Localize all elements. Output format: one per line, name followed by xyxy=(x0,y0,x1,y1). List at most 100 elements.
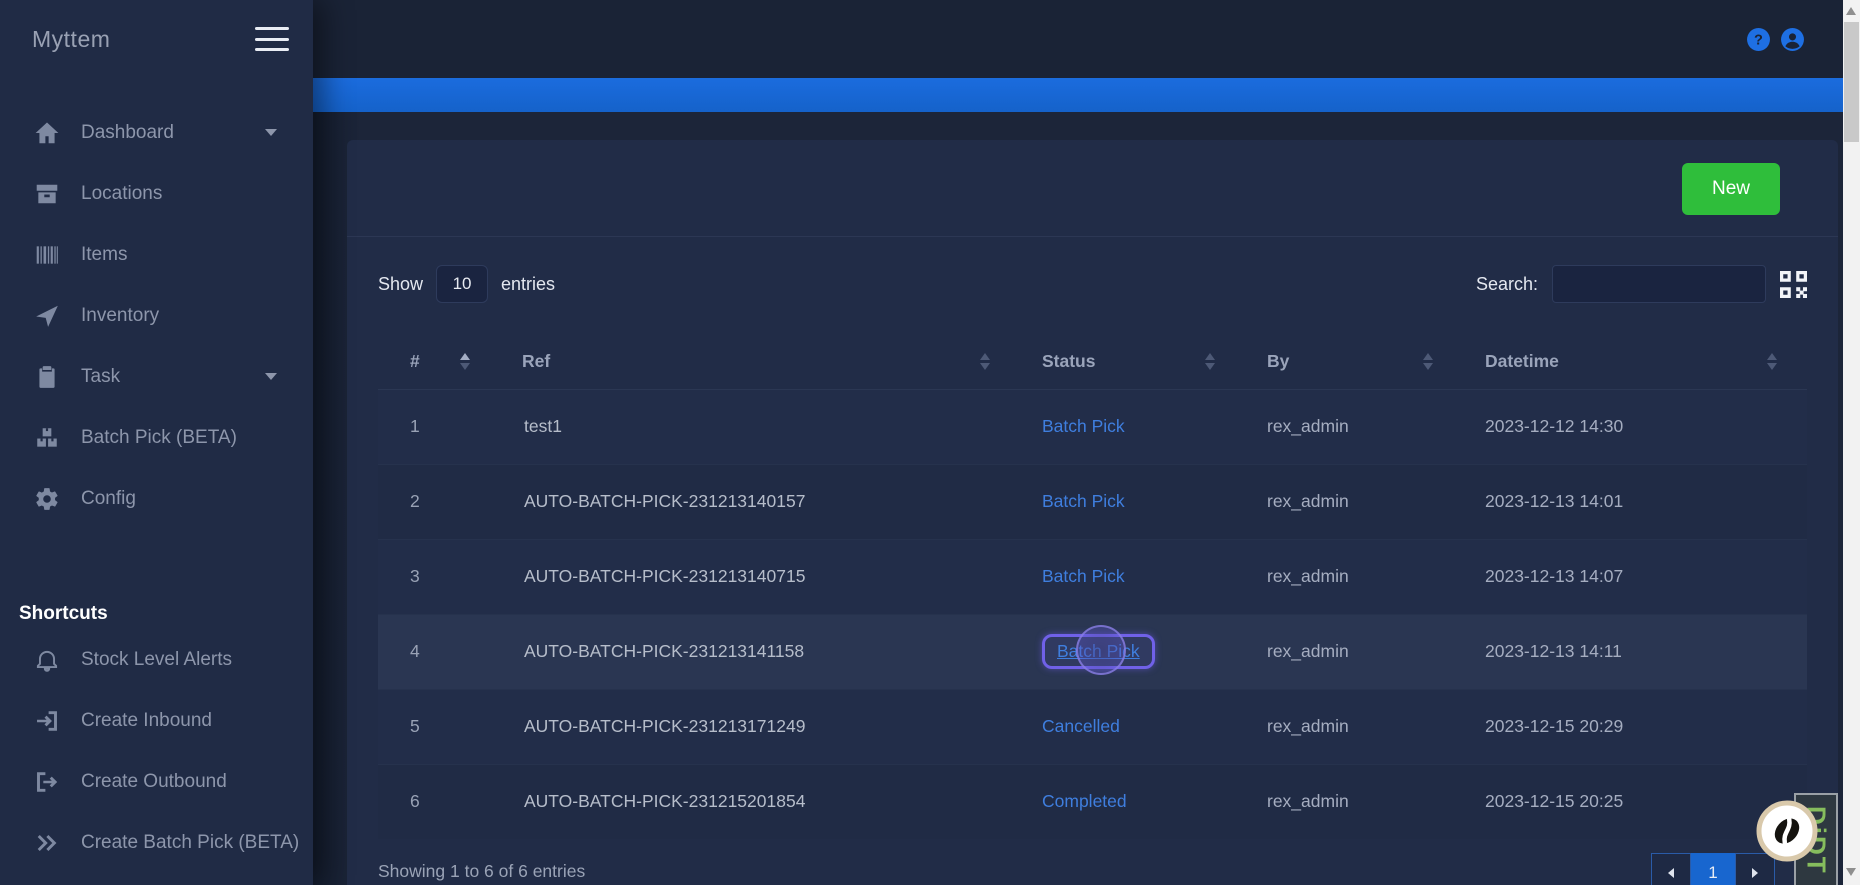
sidebar-item-items[interactable]: Items xyxy=(0,224,313,285)
blue-accent-bar xyxy=(313,78,1843,112)
shortcut-stock-level-alerts[interactable]: Stock Level Alerts xyxy=(0,629,313,690)
sort-icons xyxy=(1423,352,1433,370)
row-ref: AUTO-BATCH-PICK-231213171249 xyxy=(524,716,806,736)
entries-label: entries xyxy=(501,273,556,294)
row-by: rex_admin xyxy=(1267,566,1349,586)
double-chevron-icon xyxy=(34,830,60,856)
page-1-button[interactable]: 1 xyxy=(1691,853,1735,885)
boxes-icon xyxy=(34,425,60,451)
search-input[interactable] xyxy=(1552,265,1766,303)
send-arrow-icon xyxy=(34,303,60,329)
row-by: rex_admin xyxy=(1267,791,1349,812)
shortcut-create-outbound[interactable]: Create Outbound xyxy=(0,751,313,812)
coffee-bean-widget-button[interactable] xyxy=(1755,799,1819,863)
hamburger-menu-icon[interactable] xyxy=(255,27,289,51)
account-icon[interactable] xyxy=(1780,27,1805,52)
row-ref: AUTO-BATCH-PICK-231213140157 xyxy=(524,491,806,511)
table-footer: Showing 1 to 6 of 6 entries 1 xyxy=(378,839,1807,885)
sidebar-item-label: Dashboard xyxy=(81,121,174,143)
sidebar-item-batch-pick[interactable]: Batch Pick (BETA) xyxy=(0,407,313,468)
sidebar-item-label: Batch Pick (BETA) xyxy=(81,426,237,448)
home-icon xyxy=(34,120,60,146)
help-icon[interactable]: ? xyxy=(1746,27,1771,52)
coffee-bean-icon xyxy=(1756,800,1818,862)
status-link[interactable]: Cancelled xyxy=(1042,716,1120,736)
sidebar-header: Myttem xyxy=(0,0,313,78)
status-link[interactable]: Batch Pick xyxy=(1042,491,1125,511)
gear-icon xyxy=(34,486,60,512)
sidebar-shortcuts: Stock Level Alerts Create Inbound Create… xyxy=(0,629,313,873)
table-row-highlighted: 4 AUTO-BATCH-PICK-231213141158 Batch Pic… xyxy=(378,614,1807,689)
status-link-focused[interactable]: Batch Pick xyxy=(1042,634,1155,669)
column-header-ref[interactable]: Ref xyxy=(500,334,1020,390)
sidebar-item-label: Items xyxy=(81,243,128,265)
table-row: 5 AUTO-BATCH-PICK-231213171249 Cancelled… xyxy=(378,689,1807,764)
column-header-status[interactable]: Status xyxy=(1020,334,1245,390)
row-datetime: 2023-12-13 14:11 xyxy=(1485,641,1622,661)
previous-page-button[interactable] xyxy=(1651,853,1691,885)
sidebar-item-inventory[interactable]: Inventory xyxy=(0,285,313,346)
new-button[interactable]: New xyxy=(1682,163,1780,215)
row-by: rex_admin xyxy=(1267,716,1349,736)
scrollbar-thumb[interactable] xyxy=(1844,22,1859,142)
status-link[interactable]: Completed xyxy=(1042,791,1127,811)
sidebar-item-task[interactable]: Task xyxy=(0,346,313,407)
row-number: 5 xyxy=(410,716,420,736)
status-link[interactable]: Batch Pick xyxy=(1042,416,1125,436)
svg-text:?: ? xyxy=(1754,32,1763,48)
showing-entries-text: Showing 1 to 6 of 6 entries xyxy=(378,861,586,881)
main-content: New Show 10 entries Search: # Ref Status… xyxy=(313,112,1843,885)
sidebar-item-label: Config xyxy=(81,487,136,509)
page-size-select[interactable]: 10 xyxy=(436,265,489,303)
row-number: 6 xyxy=(410,791,420,812)
show-label: Show xyxy=(378,273,424,294)
row-by: rex_admin xyxy=(1267,416,1349,436)
vertical-scrollbar[interactable] xyxy=(1843,0,1860,885)
row-number: 4 xyxy=(410,641,420,661)
row-datetime: 2023-12-15 20:29 xyxy=(1485,716,1624,736)
column-header-num[interactable]: # xyxy=(378,334,500,390)
scroll-up-arrow-icon[interactable] xyxy=(1846,7,1856,15)
row-ref: AUTO-BATCH-PICK-231213140715 xyxy=(524,566,806,586)
row-by: rex_admin xyxy=(1267,491,1349,511)
table-row: 2 AUTO-BATCH-PICK-231213140157 Batch Pic… xyxy=(378,464,1807,539)
row-ref: AUTO-BATCH-PICK-231215201854 xyxy=(524,791,806,812)
sidebar-item-label: Task xyxy=(81,365,121,387)
column-header-datetime[interactable]: Datetime xyxy=(1463,334,1807,390)
table-row: 3 AUTO-BATCH-PICK-231213140715 Batch Pic… xyxy=(378,539,1807,614)
row-number: 3 xyxy=(410,566,420,586)
batch-pick-card: New Show 10 entries Search: # Ref Status… xyxy=(347,140,1838,885)
chevron-right-icon xyxy=(1752,868,1758,878)
sign-in-icon xyxy=(34,708,60,734)
table-controls: Show 10 entries Search: xyxy=(378,265,1807,303)
sidebar-item-config[interactable]: Config xyxy=(0,468,313,529)
sidebar-item-label: Inventory xyxy=(81,304,160,326)
row-ref: AUTO-BATCH-PICK-231213141158 xyxy=(524,641,805,661)
qr-scan-icon[interactable] xyxy=(1780,270,1807,298)
shortcut-create-batch-pick[interactable]: Create Batch Pick (BETA) xyxy=(0,812,313,873)
sort-icons xyxy=(1205,352,1215,370)
sidebar-item-dashboard[interactable]: Dashboard xyxy=(0,102,313,163)
chevron-down-icon xyxy=(265,129,277,136)
row-datetime: 2023-12-13 14:07 xyxy=(1485,566,1624,586)
row-datetime: 2023-12-12 14:30 xyxy=(1485,416,1624,436)
status-link[interactable]: Batch Pick xyxy=(1042,566,1125,586)
card-body: Show 10 entries Search: # Ref Status By … xyxy=(347,265,1838,885)
row-ref: test1 xyxy=(524,416,562,436)
chevron-down-icon xyxy=(265,373,277,380)
sort-icons xyxy=(1767,352,1777,370)
shortcut-create-inbound[interactable]: Create Inbound xyxy=(0,690,313,751)
top-header-bar: ? xyxy=(313,0,1843,78)
card-header: New xyxy=(347,140,1838,237)
sign-out-icon xyxy=(34,769,60,795)
sidebar-item-locations[interactable]: Locations xyxy=(0,163,313,224)
sort-icons xyxy=(460,352,470,370)
bell-icon xyxy=(34,647,60,673)
sidebar-nav: Dashboard Locations Items Inventory Task… xyxy=(0,102,313,529)
search-control: Search: xyxy=(1476,265,1807,303)
sort-icons xyxy=(980,352,990,370)
column-header-by[interactable]: By xyxy=(1245,334,1463,390)
page-size-control: Show 10 entries xyxy=(378,265,555,303)
scroll-down-arrow-icon[interactable] xyxy=(1846,868,1856,876)
search-label: Search: xyxy=(1475,273,1538,294)
